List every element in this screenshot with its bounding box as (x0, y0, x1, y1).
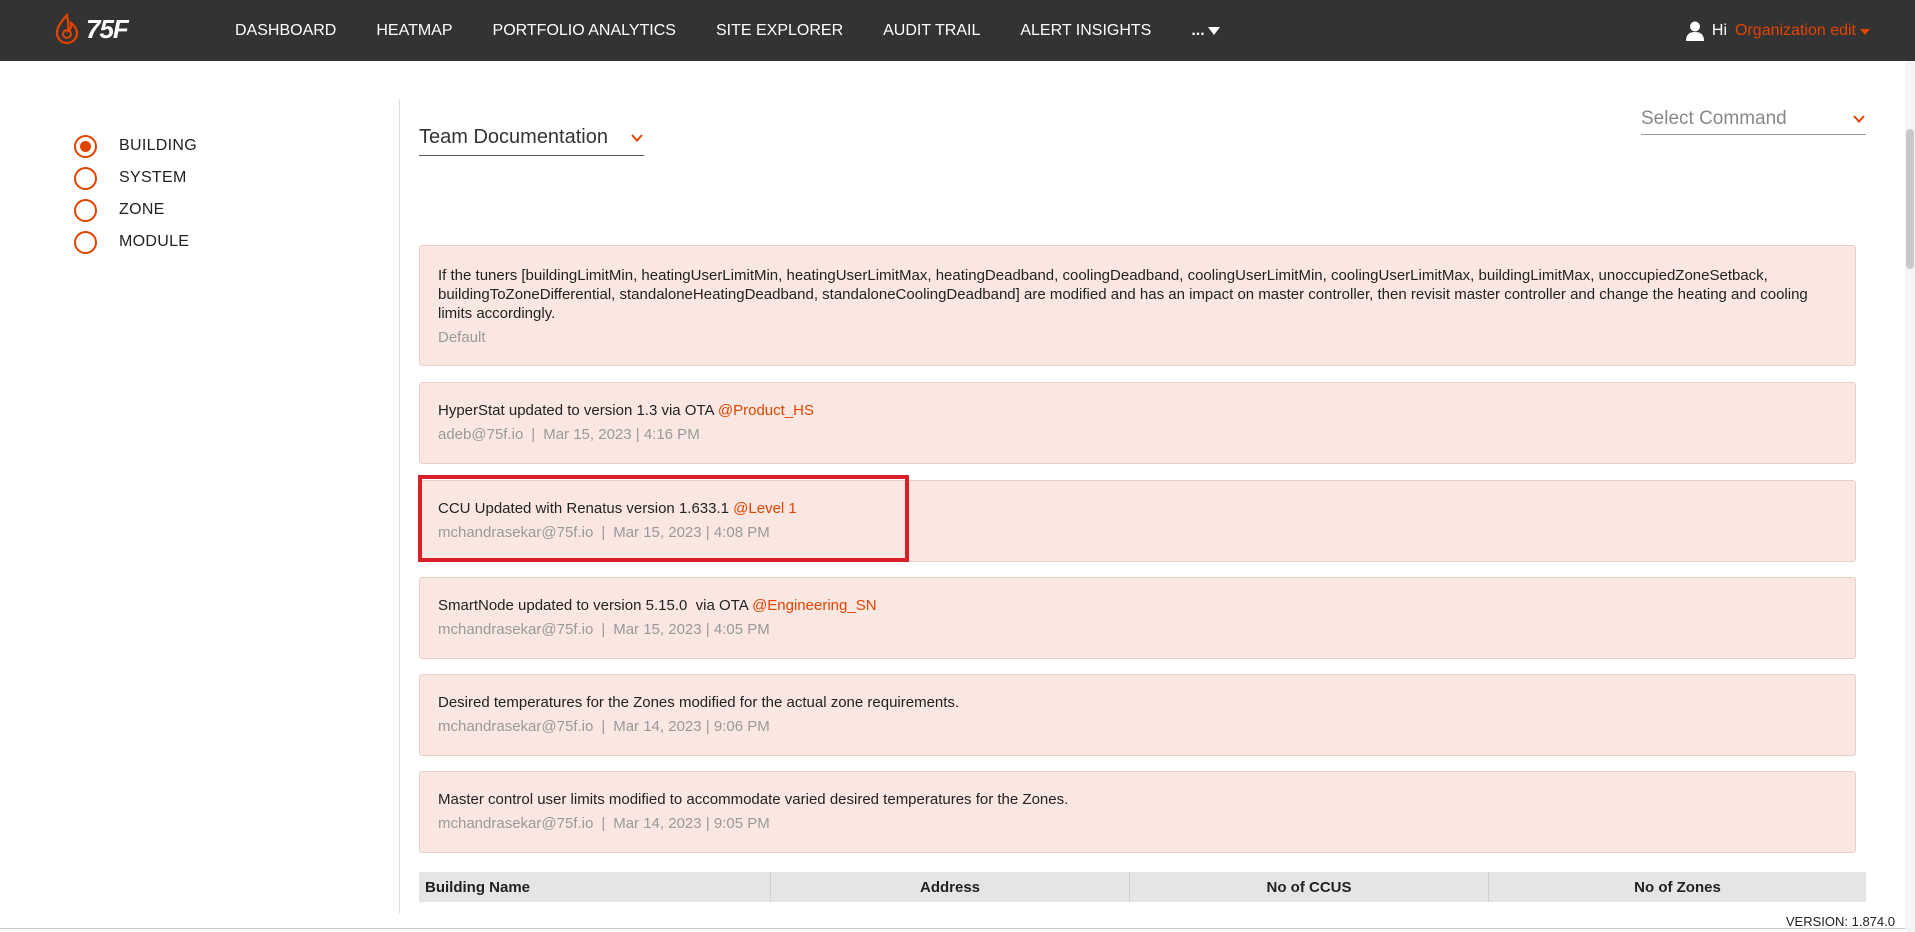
chevron-down-icon (631, 133, 643, 142)
chevron-down-icon (1853, 115, 1865, 123)
note-author: mchandrasekar@75f.io (438, 718, 594, 735)
note-date: Mar 14, 2023 | 9:05 PM (613, 815, 770, 832)
flame-logo-icon (55, 12, 79, 45)
meta-separator: | (601, 815, 606, 832)
note-meta: mchandrasekar@75f.io | Mar 15, 2023 | 4:05… (438, 621, 1837, 638)
vertical-scrollbar[interactable] (1905, 61, 1915, 932)
scrollbar-thumb[interactable] (1906, 129, 1914, 269)
note-meta: mchandrasekar@75f.io | Mar 14, 2023 | 9:06… (438, 718, 1837, 735)
team-select-value: Team Documentation (419, 126, 608, 148)
note-text-line: Master control user limits modified to a… (438, 790, 1837, 809)
note-date: Mar 15, 2023 | 4:05 PM (613, 621, 770, 638)
radio-label: BUILDING (119, 137, 197, 154)
bottom-divider (0, 928, 1905, 929)
caret-down-icon (1207, 26, 1220, 35)
buildings-table-header: Building Name Address No of CCUS No of Z… (419, 872, 1866, 902)
note-date: Mar 15, 2023 | 4:16 PM (543, 426, 700, 443)
note-author: mchandrasekar@75f.io (438, 815, 594, 832)
meta-separator: | (601, 524, 606, 541)
panel-divider (399, 99, 400, 913)
meta-separator: | (601, 621, 606, 638)
nav-more-label: ... (1191, 21, 1205, 39)
nav-more-menu[interactable]: ... (1191, 21, 1220, 40)
select-command-placeholder: Select Command (1641, 108, 1787, 129)
note-text-line: Desired temperatures for the Zones modif… (438, 693, 1837, 712)
note-author: mchandrasekar@75f.io (438, 621, 594, 638)
caret-down-icon (1860, 29, 1870, 35)
nav-portfolio-analytics[interactable]: PORTFOLIO ANALYTICS (493, 22, 676, 40)
column-header-no-of-ccus[interactable]: No of CCUS (1130, 872, 1489, 902)
note-card: Master control user limits modified to a… (419, 771, 1856, 853)
note-meta: mchandrasekar@75f.io | Mar 15, 2023 | 4:08… (438, 524, 1837, 541)
note-meta: adeb@75f.io | Mar 15, 2023 | 4:16 PM (438, 426, 1837, 443)
radio-button-checked[interactable] (74, 134, 97, 158)
radio-system[interactable]: SYSTEM (74, 162, 197, 194)
main-nav: DASHBOARD HEATMAP PORTFOLIO ANALYTICS SI… (235, 0, 1220, 61)
level-radio-group: BUILDING SYSTEM ZONE MODULE (74, 130, 197, 258)
user-menu: Hi Organization edit (1685, 0, 1870, 61)
organization-dropdown[interactable]: Organization edit (1735, 22, 1870, 40)
note-author: mchandrasekar@75f.io (438, 524, 594, 541)
nav-heatmap[interactable]: HEATMAP (376, 22, 452, 40)
radio-label: ZONE (119, 201, 165, 218)
logo-text: 75F (86, 13, 129, 44)
note-author: Default (438, 329, 486, 346)
radio-label: SYSTEM (119, 169, 187, 186)
note-tag-link[interactable]: @Engineering_SN (752, 597, 876, 614)
nav-alert-insights[interactable]: ALERT INSIGHTS (1020, 22, 1151, 40)
note-card: HyperStat updated to version 1.3 via OTA… (419, 382, 1856, 464)
column-header-address[interactable]: Address (771, 872, 1130, 902)
note-tag-link[interactable]: @Product_HS (718, 402, 814, 419)
radio-button[interactable] (74, 166, 97, 190)
radio-button[interactable] (74, 198, 97, 222)
radio-module[interactable]: MODULE (74, 226, 197, 258)
note-date: Mar 15, 2023 | 4:08 PM (613, 524, 770, 541)
nav-audit-trail[interactable]: AUDIT TRAIL (883, 22, 980, 40)
meta-separator: | (601, 718, 606, 735)
note-text-line: CCU Updated with Renatus version 1.633.1… (438, 499, 1837, 518)
logo[interactable]: 75F (52, 11, 129, 47)
organization-label: Organization edit (1735, 21, 1856, 39)
note-text: Master control user limits modified to a… (438, 791, 1069, 808)
column-header-no-of-zones[interactable]: No of Zones (1489, 872, 1866, 902)
note-text: HyperStat updated to version 1.3 via OTA (438, 402, 718, 419)
note-text-line: SmartNode updated to version 5.15.0 via … (438, 596, 1837, 615)
note-text: CCU Updated with Renatus version 1.633.1 (438, 500, 734, 517)
radio-button[interactable] (74, 230, 97, 254)
note-date: Mar 14, 2023 | 9:06 PM (613, 718, 770, 735)
note-card: CCU Updated with Renatus version 1.633.1… (419, 480, 1856, 562)
radio-building[interactable]: BUILDING (74, 130, 197, 162)
note-tag-link[interactable]: @Level 1 (733, 500, 797, 517)
select-command-dropdown[interactable]: Select Command (1641, 104, 1866, 135)
note-text: Desired temperatures for the Zones modif… (438, 694, 960, 711)
top-nav-bar: 75F DASHBOARD HEATMAP PORTFOLIO ANALYTIC… (0, 0, 1915, 61)
note-card: SmartNode updated to version 5.15.0 via … (419, 577, 1856, 659)
meta-separator: | (531, 426, 536, 443)
note-author: adeb@75f.io (438, 426, 524, 443)
radio-label: MODULE (119, 233, 190, 250)
nav-site-explorer[interactable]: SITE EXPLORER (716, 22, 843, 40)
note-text: If the tuners [buildingLimitMin, heating… (438, 267, 1808, 322)
note-text: SmartNode updated to version 5.15.0 via … (438, 597, 753, 614)
user-greeting: Hi (1711, 21, 1728, 39)
note-card: If the tuners [buildingLimitMin, heating… (419, 245, 1856, 366)
radio-zone[interactable]: ZONE (74, 194, 197, 226)
note-meta: Default (438, 329, 1837, 346)
user-icon (1685, 21, 1704, 41)
version-label: VERSION: 1.874.0 (1785, 914, 1895, 929)
team-documentation-select[interactable]: Team Documentation (419, 120, 644, 156)
note-card: Desired temperatures for the Zones modif… (419, 674, 1856, 756)
nav-dashboard[interactable]: DASHBOARD (235, 22, 336, 40)
column-header-building-name[interactable]: Building Name (419, 872, 771, 902)
note-text-line: HyperStat updated to version 1.3 via OTA… (438, 401, 1837, 420)
note-meta: mchandrasekar@75f.io | Mar 14, 2023 | 9:05… (438, 815, 1837, 832)
